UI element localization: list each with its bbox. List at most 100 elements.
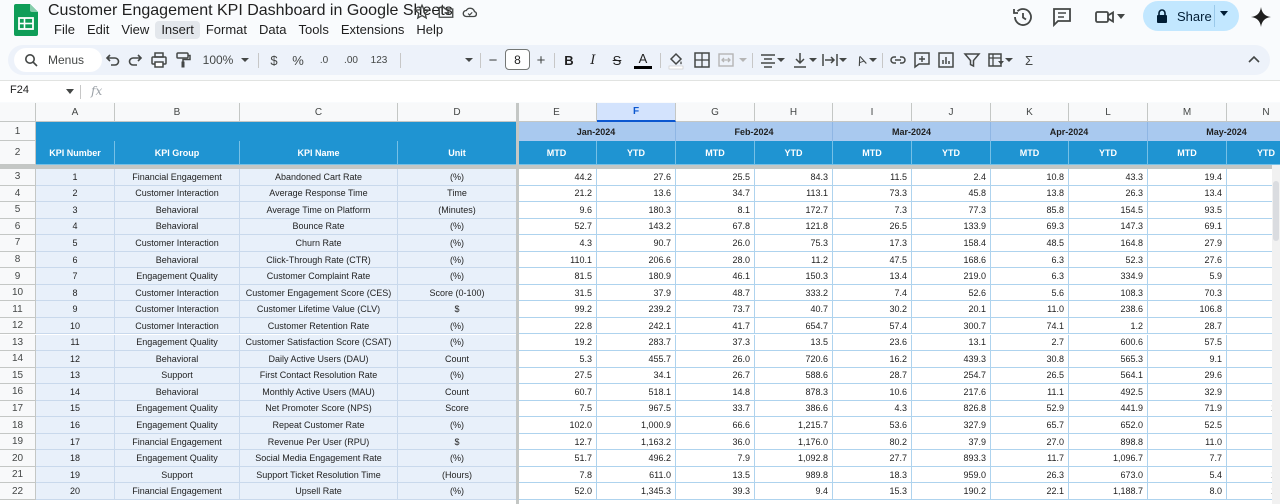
ytd-value-cell[interactable]: 168.6: [912, 251, 991, 269]
ytd-value-cell[interactable]: 327.9: [912, 417, 991, 434]
mtd-value-cell[interactable]: 7.3: [833, 202, 912, 219]
ytd-value-cell[interactable]: 1,000.9: [597, 417, 676, 434]
ytd-value-cell[interactable]: 2.4: [912, 169, 991, 186]
horizontal-align-icon[interactable]: [758, 50, 778, 70]
ytd-value-cell[interactable]: 75.3: [755, 235, 833, 252]
name-box-dropdown-icon[interactable]: [66, 89, 74, 95]
mtd-value-cell[interactable]: 17.3: [833, 235, 912, 252]
paint-format-icon[interactable]: [173, 50, 193, 70]
kpi-name-cell[interactable]: Monthly Active Users (MAU): [240, 384, 398, 401]
mtd-value-cell[interactable]: 27.7: [833, 450, 912, 467]
mtd-value-cell[interactable]: 32.9: [1148, 384, 1227, 401]
font-size-increase-button[interactable]: +: [534, 50, 548, 70]
kpi-name-cell[interactable]: Average Response Time: [240, 185, 398, 203]
sheets-logo-icon[interactable]: [14, 4, 38, 36]
ytd-value-cell[interactable]: 27.6: [597, 169, 676, 186]
kpi-name-cell[interactable]: Upsell Rate: [240, 483, 398, 500]
mtd-value-cell[interactable]: 11.1: [991, 384, 1069, 401]
share-button[interactable]: Share: [1143, 1, 1239, 31]
kpi-group-cell[interactable]: Engagement Quality: [115, 417, 240, 434]
mtd-value-cell[interactable]: 65.7: [991, 417, 1069, 434]
column-header-l[interactable]: L: [1069, 103, 1148, 122]
meet-video-icon[interactable]: [1093, 5, 1117, 29]
cloud-saved-icon[interactable]: [461, 3, 479, 21]
filter-views-icon[interactable]: [986, 50, 1006, 70]
unit-cell[interactable]: (Minutes): [398, 202, 517, 219]
mtd-value-cell[interactable]: 81.5: [517, 268, 597, 285]
kpi-group-cell[interactable]: Customer Interaction: [115, 301, 240, 318]
unit-cell[interactable]: (%): [398, 218, 517, 236]
mtd-value-cell[interactable]: 2.7: [991, 334, 1069, 352]
mtd-value-cell[interactable]: 10.6: [833, 384, 912, 401]
ytd-value-cell[interactable]: 254.7: [912, 367, 991, 385]
ytd-value-cell[interactable]: 180.9: [597, 268, 676, 285]
row-header-11[interactable]: 11: [0, 301, 36, 318]
mtd-value-cell[interactable]: 66.6: [676, 417, 755, 434]
mtd-value-cell[interactable]: 69.1: [1148, 218, 1227, 236]
filterview-dropdown-icon[interactable]: [1004, 50, 1014, 70]
unit-cell[interactable]: (%): [398, 334, 517, 352]
mtd-value-cell[interactable]: 5.4: [1148, 466, 1227, 484]
mtd-value-cell[interactable]: 26.3: [991, 466, 1069, 484]
mtd-value-cell[interactable]: 110.1: [517, 251, 597, 269]
kpi-name-cell[interactable]: Bounce Rate: [240, 218, 398, 236]
kpi-number-cell[interactable]: 19: [36, 466, 115, 484]
kpi-name-cell[interactable]: Abandoned Cart Rate: [240, 169, 398, 186]
unit-cell[interactable]: (%): [398, 317, 517, 335]
ytd-value-cell[interactable]: 1,096.7: [1069, 450, 1148, 467]
menu-help[interactable]: Help: [410, 21, 449, 39]
borders-icon[interactable]: [692, 50, 712, 70]
mtd-value-cell[interactable]: 26.5: [991, 367, 1069, 385]
mtd-value-cell[interactable]: 11.0: [1148, 433, 1227, 451]
ytd-value-cell[interactable]: 34.1: [597, 367, 676, 385]
ytd-value-cell[interactable]: 90.7: [597, 235, 676, 252]
name-box[interactable]: F24: [10, 84, 29, 96]
mtd-value-cell[interactable]: 13.5: [676, 466, 755, 484]
row-header-8[interactable]: 8: [0, 251, 36, 269]
ytd-value-cell[interactable]: 496.2: [597, 450, 676, 467]
kpi-group-cell[interactable]: Customer Interaction: [115, 235, 240, 252]
mtd-value-cell[interactable]: 102.0: [517, 417, 597, 434]
row-header-10[interactable]: 10: [0, 284, 36, 302]
rotation-dropdown-icon[interactable]: [868, 50, 878, 70]
meet-dropdown-icon[interactable]: [1117, 14, 1125, 20]
menu-tools[interactable]: Tools: [292, 21, 334, 39]
ytd-value-cell[interactable]: 588.6: [755, 367, 833, 385]
kpi-number-cell[interactable]: 1: [36, 169, 115, 186]
mtd-value-cell[interactable]: 7.8: [517, 466, 597, 484]
mtd-value-cell[interactable]: 11.5: [833, 169, 912, 186]
kpi-number-cell[interactable]: 3: [36, 202, 115, 219]
ytd-value-cell[interactable]: 989.8: [755, 466, 833, 484]
mtd-value-cell[interactable]: 52.0: [517, 483, 597, 500]
share-dropdown-icon[interactable]: [1220, 11, 1228, 17]
mtd-value-cell[interactable]: 53.6: [833, 417, 912, 434]
mtd-value-cell[interactable]: 69.3: [991, 218, 1069, 236]
unit-cell[interactable]: $: [398, 301, 517, 318]
mtd-value-cell[interactable]: 9.1: [1148, 351, 1227, 368]
mtd-value-cell[interactable]: 26.7: [676, 367, 755, 385]
row-header-14[interactable]: 14: [0, 351, 36, 368]
kpi-name-cell[interactable]: Average Time on Platform: [240, 202, 398, 219]
row-header-17[interactable]: 17: [0, 400, 36, 418]
column-header-b[interactable]: B: [115, 103, 240, 122]
mtd-value-cell[interactable]: 14.8: [676, 384, 755, 401]
mtd-value-cell[interactable]: 52.5: [1148, 417, 1227, 434]
mtd-value-cell[interactable]: 30.2: [833, 301, 912, 318]
row-header-19[interactable]: 19: [0, 433, 36, 451]
version-history-icon[interactable]: [1011, 5, 1035, 29]
halign-dropdown-icon[interactable]: [776, 50, 786, 70]
kpi-group-cell[interactable]: Support: [115, 466, 240, 484]
ytd-value-cell[interactable]: 1,345.3: [597, 483, 676, 500]
ytd-value-cell[interactable]: 826.8: [912, 400, 991, 418]
kpi-name-cell[interactable]: Net Promoter Score (NPS): [240, 400, 398, 418]
frozen-column-divider[interactable]: [516, 103, 519, 504]
comments-icon[interactable]: [1050, 5, 1074, 29]
kpi-number-cell[interactable]: 20: [36, 483, 115, 500]
increase-decimal-button[interactable]: .00: [340, 50, 362, 70]
ytd-value-cell[interactable]: 206.6: [597, 251, 676, 269]
search-menus[interactable]: Menus: [14, 48, 102, 72]
kpi-name-cell[interactable]: Customer Complaint Rate: [240, 268, 398, 285]
ytd-value-cell[interactable]: 878.3: [755, 384, 833, 401]
mtd-value-cell[interactable]: 41.7: [676, 317, 755, 335]
kpi-number-cell[interactable]: 12: [36, 351, 115, 368]
